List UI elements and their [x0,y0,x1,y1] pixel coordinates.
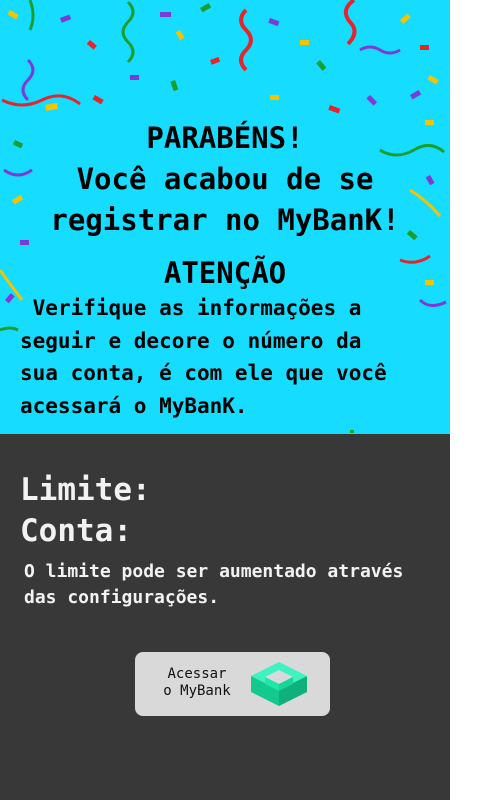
access-button-line-1: Acessar [167,666,227,682]
congrats-line-1: PARABÉNS! [146,121,304,155]
info-text: Verifique as informações a seguir e deco… [20,296,387,418]
access-mybank-button[interactable]: Acessar o MyBank [135,652,330,716]
access-button-label: Acessar o MyBank [157,666,237,700]
attention-heading: ATENÇÃO [163,256,287,290]
celebration-banner: PARABÉNS! Você acabou de se registrar no… [0,0,450,434]
congrats-line-3: registrar no MyBanK! [50,203,400,237]
account-panel: Limite: Conta: O limite pode ser aumenta… [0,434,450,800]
mybank-logo-icon [251,662,307,706]
limit-note: O limite pode ser aumentado através das … [24,561,404,608]
access-button-line-2: o MyBank [163,683,231,699]
app-screen: PARABÉNS! Você acabou de se registrar no… [0,0,450,800]
congratulations-heading: PARABÉNS! Você acabou de se registrar no… [0,118,450,241]
account-label: Conta: [20,513,132,549]
limit-label: Limite: [20,472,151,508]
congrats-line-2: Você acabou de se [76,162,374,196]
